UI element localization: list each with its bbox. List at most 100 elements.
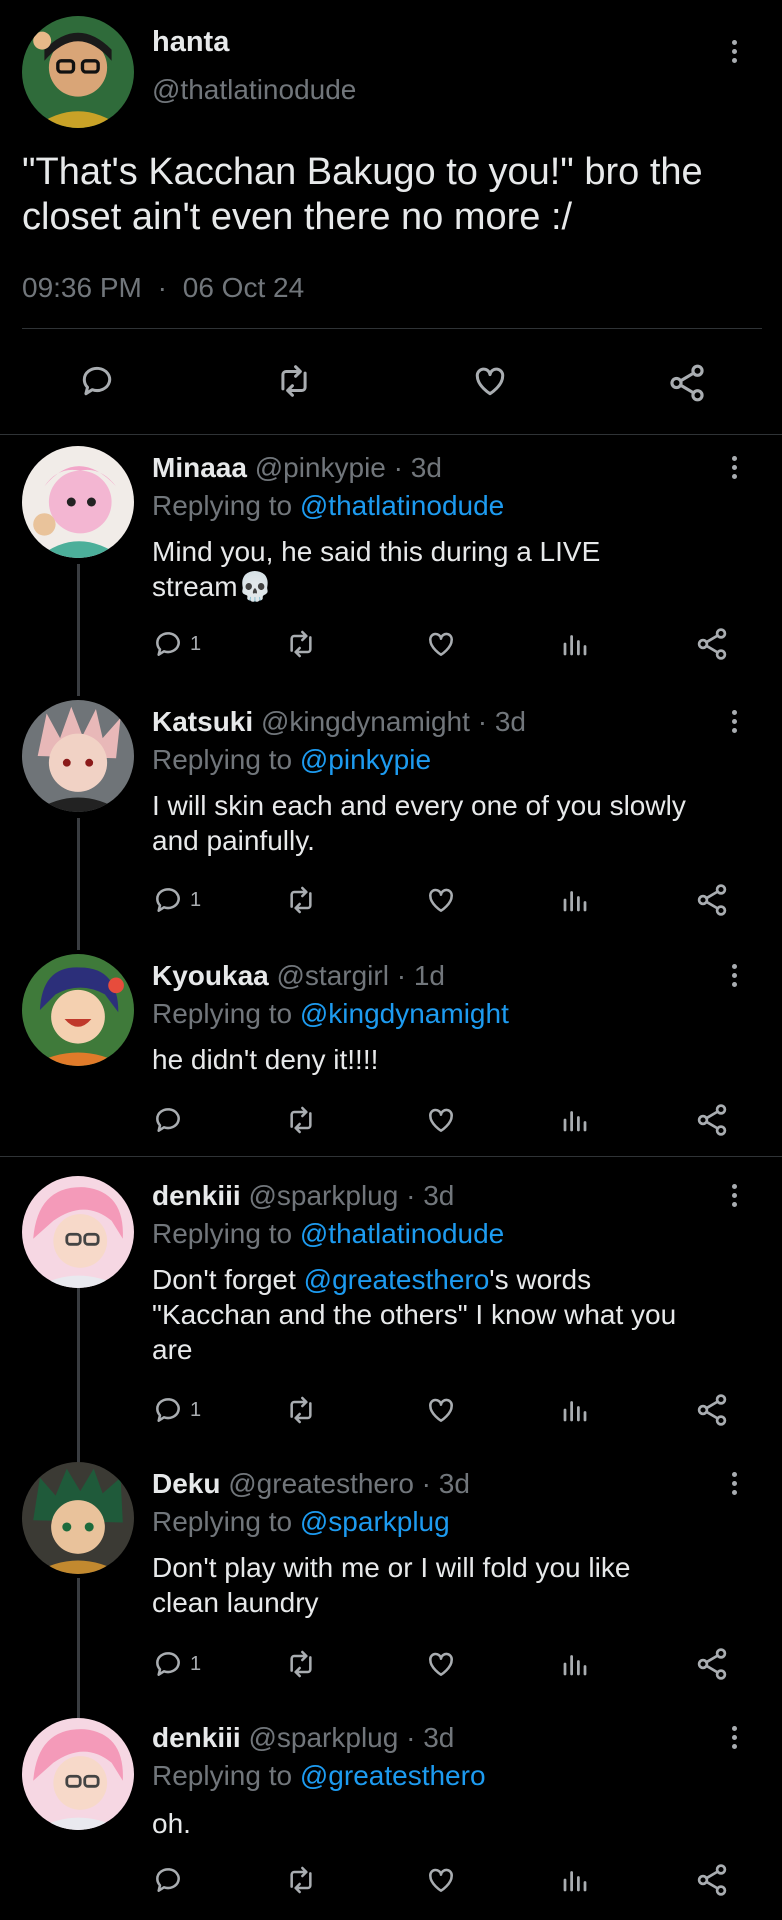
reply-text-line: oh. bbox=[152, 1808, 191, 1839]
reply-button[interactable]: 1 bbox=[152, 884, 201, 916]
retweet-button[interactable] bbox=[284, 628, 318, 660]
like-button[interactable] bbox=[424, 1648, 458, 1680]
like-button[interactable] bbox=[424, 1104, 458, 1136]
retweet-icon bbox=[290, 630, 312, 658]
views-button[interactable] bbox=[560, 1104, 590, 1136]
reply-icon bbox=[156, 888, 180, 912]
share-icon bbox=[697, 628, 727, 660]
avatar-deku[interactable] bbox=[22, 1462, 134, 1574]
reply-button[interactable]: 1 bbox=[152, 1648, 201, 1680]
more-options-icon[interactable] bbox=[731, 710, 739, 737]
author-name[interactable]: Minaaa bbox=[152, 452, 247, 483]
views-button[interactable] bbox=[560, 1394, 590, 1426]
reply-button[interactable]: 1 bbox=[152, 1394, 201, 1426]
like-icon bbox=[429, 1652, 453, 1676]
reply-text-line: and painfully. bbox=[152, 825, 315, 856]
retweet-button[interactable] bbox=[284, 1394, 318, 1426]
mention-link[interactable]: @greatesthero bbox=[304, 1264, 490, 1295]
author-name[interactable]: denkiii bbox=[152, 1722, 241, 1753]
share-button[interactable] bbox=[694, 1392, 730, 1428]
more-options-icon[interactable] bbox=[731, 1184, 739, 1211]
post-text-line-2: closet ain't even there no more :/ bbox=[22, 196, 573, 238]
more-options-icon[interactable] bbox=[731, 40, 739, 67]
share-button[interactable] bbox=[694, 1862, 730, 1898]
post-date: 06 Oct 24 bbox=[182, 272, 305, 303]
like-button[interactable] bbox=[424, 628, 458, 660]
mention-link[interactable]: @pinkypie bbox=[300, 744, 431, 775]
like-button[interactable] bbox=[424, 884, 458, 916]
author-handle[interactable]: @sparkplug bbox=[248, 1722, 398, 1753]
more-options-icon[interactable] bbox=[731, 1726, 739, 1753]
retweet-button[interactable] bbox=[284, 1864, 318, 1896]
reply-header: Deku @greatesthero · 3d bbox=[152, 1468, 470, 1500]
views-button[interactable] bbox=[560, 1864, 590, 1896]
share-button[interactable] bbox=[694, 1646, 730, 1682]
reply-button[interactable] bbox=[152, 1864, 190, 1896]
like-icon bbox=[429, 1398, 453, 1422]
more-options-icon[interactable] bbox=[731, 1472, 739, 1499]
mention-link[interactable]: @sparkplug bbox=[300, 1506, 450, 1537]
reply-text-fragment: Don't forget bbox=[152, 1264, 304, 1295]
reply-icon bbox=[82, 366, 112, 396]
share-icon bbox=[697, 1648, 727, 1680]
reply-button[interactable] bbox=[78, 362, 116, 400]
share-icon bbox=[697, 1864, 727, 1896]
share-button[interactable] bbox=[694, 626, 730, 662]
avatar-denkiii[interactable] bbox=[22, 1176, 134, 1288]
retweet-icon bbox=[290, 886, 312, 914]
mention-link[interactable]: @greatesthero bbox=[300, 1760, 486, 1791]
avatar-hanta[interactable] bbox=[22, 16, 134, 128]
replying-to: Replying to @pinkypie bbox=[152, 744, 431, 776]
replying-to-label: Replying to bbox=[152, 1506, 293, 1537]
mention-link[interactable]: @thatlatinodude bbox=[300, 1218, 504, 1249]
avatar-kyoukaa[interactable] bbox=[22, 954, 134, 1066]
share-button[interactable] bbox=[666, 362, 708, 404]
avatar-minaaa[interactable] bbox=[22, 446, 134, 558]
reply-button[interactable]: 1 bbox=[152, 628, 201, 660]
author-handle[interactable]: @kingdynamight bbox=[261, 706, 470, 737]
views-button[interactable] bbox=[560, 884, 590, 916]
like-button[interactable] bbox=[424, 1864, 458, 1896]
avatar-katsuki[interactable] bbox=[22, 700, 134, 812]
retweet-button[interactable] bbox=[284, 884, 318, 916]
share-button[interactable] bbox=[694, 1102, 730, 1138]
reply-age: 3d bbox=[410, 452, 442, 483]
author-handle[interactable]: @greatesthero bbox=[228, 1468, 414, 1499]
avatar-image bbox=[22, 700, 134, 812]
reply-text-line: Mind you, he said this during a LIVE bbox=[152, 536, 601, 567]
retweet-button[interactable] bbox=[284, 1648, 318, 1680]
reply-icon bbox=[156, 1652, 180, 1676]
views-button[interactable] bbox=[560, 628, 590, 660]
post-text-line-1: "That's Kacchan Bakugo to you!" bro the bbox=[22, 151, 703, 193]
retweet-button[interactable] bbox=[274, 362, 314, 400]
author-name[interactable]: Kyoukaa bbox=[152, 960, 269, 991]
share-button[interactable] bbox=[694, 882, 730, 918]
more-options-icon[interactable] bbox=[731, 964, 739, 991]
reply-age: 3d bbox=[494, 706, 526, 737]
author-name[interactable]: denkiii bbox=[152, 1180, 241, 1211]
like-button[interactable] bbox=[424, 1394, 458, 1426]
more-options-icon[interactable] bbox=[731, 456, 739, 483]
author-handle[interactable]: @stargirl bbox=[277, 960, 389, 991]
thread-line bbox=[77, 1288, 80, 1468]
reply-count: 1 bbox=[190, 888, 202, 911]
mention-link[interactable]: @kingdynamight bbox=[300, 998, 509, 1029]
like-button[interactable] bbox=[470, 362, 510, 400]
author-handle[interactable]: @pinkypie bbox=[255, 452, 386, 483]
reply-button[interactable] bbox=[152, 1104, 190, 1136]
thread-line bbox=[77, 818, 80, 950]
author-handle[interactable]: @sparkplug bbox=[248, 1180, 398, 1211]
avatar-image bbox=[22, 16, 134, 128]
like-icon bbox=[429, 1108, 453, 1132]
retweet-button[interactable] bbox=[284, 1104, 318, 1136]
mention-link[interactable]: @thatlatinodude bbox=[300, 490, 504, 521]
views-button[interactable] bbox=[560, 1648, 590, 1680]
reply-text-line: Don't forget @greatesthero's words bbox=[152, 1262, 676, 1297]
author-name[interactable]: hanta bbox=[152, 26, 229, 59]
reply-icon bbox=[156, 1868, 180, 1892]
author-name[interactable]: Deku bbox=[152, 1468, 220, 1499]
reply-header: Minaaa @pinkypie · 3d bbox=[152, 452, 442, 484]
avatar-denkiii[interactable] bbox=[22, 1718, 134, 1830]
author-name[interactable]: Katsuki bbox=[152, 706, 253, 737]
author-handle[interactable]: @thatlatinodude bbox=[152, 74, 356, 106]
